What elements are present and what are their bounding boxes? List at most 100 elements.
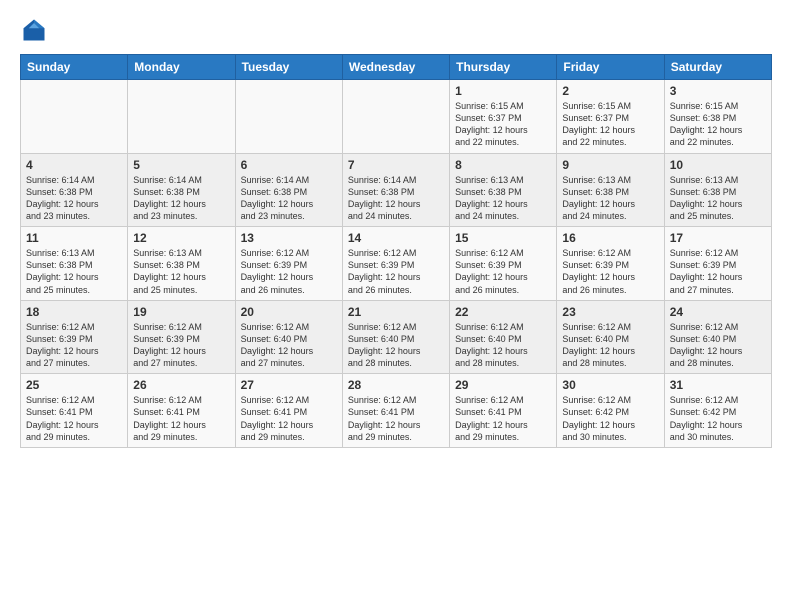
- calendar-cell: 10 Sunrise: 6:13 AM Sunset: 6:38 PM Dayli…: [664, 153, 771, 227]
- day-number: 6: [241, 158, 337, 172]
- calendar-header-row: SundayMondayTuesdayWednesdayThursdayFrid…: [21, 55, 772, 80]
- calendar-week-row: 11 Sunrise: 6:13 AM Sunset: 6:38 PM Dayli…: [21, 227, 772, 301]
- day-number: 11: [26, 231, 122, 245]
- weekday-header: Monday: [128, 55, 235, 80]
- calendar-cell: 16Sunrise: 6:12 AM Sunset: 6:39 PM Dayli…: [557, 227, 664, 301]
- day-number: 24: [670, 305, 766, 319]
- calendar-cell: 14 Sunrise: 6:12 AM Sunset: 6:39 PM Dayli…: [342, 227, 449, 301]
- weekday-header: Thursday: [450, 55, 557, 80]
- day-number: 19: [133, 305, 229, 319]
- calendar-cell: 29 Sunrise: 6:12 AM Sunset: 6:41 PM Dayli…: [450, 374, 557, 448]
- day-number: 2: [562, 84, 658, 98]
- calendar-cell: 13 Sunrise: 6:12 AM Sunset: 6:39 PM Dayli…: [235, 227, 342, 301]
- calendar-cell: 12 Sunrise: 6:13 AM Sunset: 6:38 PM Dayli…: [128, 227, 235, 301]
- day-number: 13: [241, 231, 337, 245]
- day-info: Sunrise: 6:12 AM Sunset: 6:41 PM Dayligh…: [348, 394, 444, 443]
- calendar-cell: 22 Sunrise: 6:12 AM Sunset: 6:40 PM Dayli…: [450, 300, 557, 374]
- calendar-cell: 30 Sunrise: 6:12 AM Sunset: 6:42 PM Dayli…: [557, 374, 664, 448]
- day-info: Sunrise: 6:15 AM Sunset: 6:38 PM Dayligh…: [670, 100, 766, 149]
- calendar-cell: 28 Sunrise: 6:12 AM Sunset: 6:41 PM Dayli…: [342, 374, 449, 448]
- day-info: Sunrise: 6:15 AM Sunset: 6:37 PM Dayligh…: [562, 100, 658, 149]
- day-number: 9: [562, 158, 658, 172]
- calendar-cell: 18 Sunrise: 6:12 AM Sunset: 6:39 PM Dayli…: [21, 300, 128, 374]
- day-info: Sunrise: 6:12 AM Sunset: 6:39 PM Dayligh…: [455, 247, 551, 296]
- day-info: Sunrise: 6:13 AM Sunset: 6:38 PM Dayligh…: [455, 174, 551, 223]
- calendar-table: SundayMondayTuesdayWednesdayThursdayFrid…: [20, 54, 772, 448]
- weekday-header: Saturday: [664, 55, 771, 80]
- calendar-week-row: 18 Sunrise: 6:12 AM Sunset: 6:39 PM Dayli…: [21, 300, 772, 374]
- calendar-cell: 7 Sunrise: 6:14 AM Sunset: 6:38 PM Daylig…: [342, 153, 449, 227]
- calendar-cell: 2 Sunrise: 6:15 AM Sunset: 6:37 PM Daylig…: [557, 80, 664, 154]
- day-info: Sunrise: 6:12 AM Sunset: 6:40 PM Dayligh…: [241, 321, 337, 370]
- day-number: 22: [455, 305, 551, 319]
- day-number: 25: [26, 378, 122, 392]
- day-number: 1: [455, 84, 551, 98]
- day-number: 15: [455, 231, 551, 245]
- calendar-cell: 23 Sunrise: 6:12 AM Sunset: 6:40 PM Dayli…: [557, 300, 664, 374]
- calendar-cell: 26 Sunrise: 6:12 AM Sunset: 6:41 PM Dayli…: [128, 374, 235, 448]
- calendar-cell: 24Sunrise: 6:12 AM Sunset: 6:40 PM Dayli…: [664, 300, 771, 374]
- weekday-header: Friday: [557, 55, 664, 80]
- weekday-header: Sunday: [21, 55, 128, 80]
- day-number: 17: [670, 231, 766, 245]
- day-info: Sunrise: 6:14 AM Sunset: 6:38 PM Dayligh…: [241, 174, 337, 223]
- calendar-cell: 8Sunrise: 6:13 AM Sunset: 6:38 PM Daylig…: [450, 153, 557, 227]
- calendar-cell: 1Sunrise: 6:15 AM Sunset: 6:37 PM Daylig…: [450, 80, 557, 154]
- day-info: Sunrise: 6:12 AM Sunset: 6:40 PM Dayligh…: [348, 321, 444, 370]
- day-info: Sunrise: 6:13 AM Sunset: 6:38 PM Dayligh…: [670, 174, 766, 223]
- weekday-header: Wednesday: [342, 55, 449, 80]
- day-info: Sunrise: 6:12 AM Sunset: 6:40 PM Dayligh…: [455, 321, 551, 370]
- day-info: Sunrise: 6:12 AM Sunset: 6:42 PM Dayligh…: [562, 394, 658, 443]
- day-number: 21: [348, 305, 444, 319]
- day-info: Sunrise: 6:13 AM Sunset: 6:38 PM Dayligh…: [26, 247, 122, 296]
- calendar-cell: [21, 80, 128, 154]
- day-info: Sunrise: 6:12 AM Sunset: 6:41 PM Dayligh…: [133, 394, 229, 443]
- calendar-cell: 9 Sunrise: 6:13 AM Sunset: 6:38 PM Daylig…: [557, 153, 664, 227]
- day-info: Sunrise: 6:12 AM Sunset: 6:40 PM Dayligh…: [562, 321, 658, 370]
- day-number: 26: [133, 378, 229, 392]
- logo-icon: [20, 16, 48, 44]
- day-info: Sunrise: 6:12 AM Sunset: 6:39 PM Dayligh…: [26, 321, 122, 370]
- day-number: 23: [562, 305, 658, 319]
- header: [20, 16, 772, 44]
- day-info: Sunrise: 6:12 AM Sunset: 6:41 PM Dayligh…: [241, 394, 337, 443]
- calendar-cell: 5 Sunrise: 6:14 AM Sunset: 6:38 PM Daylig…: [128, 153, 235, 227]
- day-info: Sunrise: 6:13 AM Sunset: 6:38 PM Dayligh…: [562, 174, 658, 223]
- calendar-cell: 3 Sunrise: 6:15 AM Sunset: 6:38 PM Daylig…: [664, 80, 771, 154]
- day-info: Sunrise: 6:12 AM Sunset: 6:39 PM Dayligh…: [562, 247, 658, 296]
- calendar-cell: 27Sunrise: 6:12 AM Sunset: 6:41 PM Dayli…: [235, 374, 342, 448]
- calendar-cell: [342, 80, 449, 154]
- day-info: Sunrise: 6:13 AM Sunset: 6:38 PM Dayligh…: [133, 247, 229, 296]
- day-number: 14: [348, 231, 444, 245]
- calendar-week-row: 1 Sunrise: 6:15 AM Sunset: 6:37 PM Daylig…: [21, 80, 772, 154]
- day-number: 30: [562, 378, 658, 392]
- calendar-cell: 4Sunrise: 6:14 AM Sunset: 6:38 PM Daylig…: [21, 153, 128, 227]
- day-number: 4: [26, 158, 122, 172]
- day-info: Sunrise: 6:14 AM Sunset: 6:38 PM Dayligh…: [348, 174, 444, 223]
- calendar-cell: 17 Sunrise: 6:12 AM Sunset: 6:39 PM Dayli…: [664, 227, 771, 301]
- day-number: 18: [26, 305, 122, 319]
- calendar-cell: 6 Sunrise: 6:14 AM Sunset: 6:38 PM Daylig…: [235, 153, 342, 227]
- day-number: 28: [348, 378, 444, 392]
- page: SundayMondayTuesdayWednesdayThursdayFrid…: [0, 0, 792, 464]
- day-number: 7: [348, 158, 444, 172]
- weekday-header: Tuesday: [235, 55, 342, 80]
- day-number: 10: [670, 158, 766, 172]
- day-info: Sunrise: 6:12 AM Sunset: 6:39 PM Dayligh…: [670, 247, 766, 296]
- calendar-cell: [235, 80, 342, 154]
- day-number: 31: [670, 378, 766, 392]
- calendar-cell: 11 Sunrise: 6:13 AM Sunset: 6:38 PM Dayli…: [21, 227, 128, 301]
- calendar-week-row: 25 Sunrise: 6:12 AM Sunset: 6:41 PM Dayli…: [21, 374, 772, 448]
- day-info: Sunrise: 6:12 AM Sunset: 6:39 PM Dayligh…: [348, 247, 444, 296]
- calendar-cell: 15 Sunrise: 6:12 AM Sunset: 6:39 PM Dayli…: [450, 227, 557, 301]
- day-number: 3: [670, 84, 766, 98]
- day-number: 29: [455, 378, 551, 392]
- day-info: Sunrise: 6:12 AM Sunset: 6:39 PM Dayligh…: [241, 247, 337, 296]
- calendar-cell: [128, 80, 235, 154]
- day-info: Sunrise: 6:14 AM Sunset: 6:38 PM Dayligh…: [133, 174, 229, 223]
- day-info: Sunrise: 6:12 AM Sunset: 6:41 PM Dayligh…: [455, 394, 551, 443]
- day-number: 12: [133, 231, 229, 245]
- day-number: 20: [241, 305, 337, 319]
- calendar-cell: 25Sunrise: 6:12 AM Sunset: 6:41 PM Dayli…: [21, 374, 128, 448]
- day-number: 5: [133, 158, 229, 172]
